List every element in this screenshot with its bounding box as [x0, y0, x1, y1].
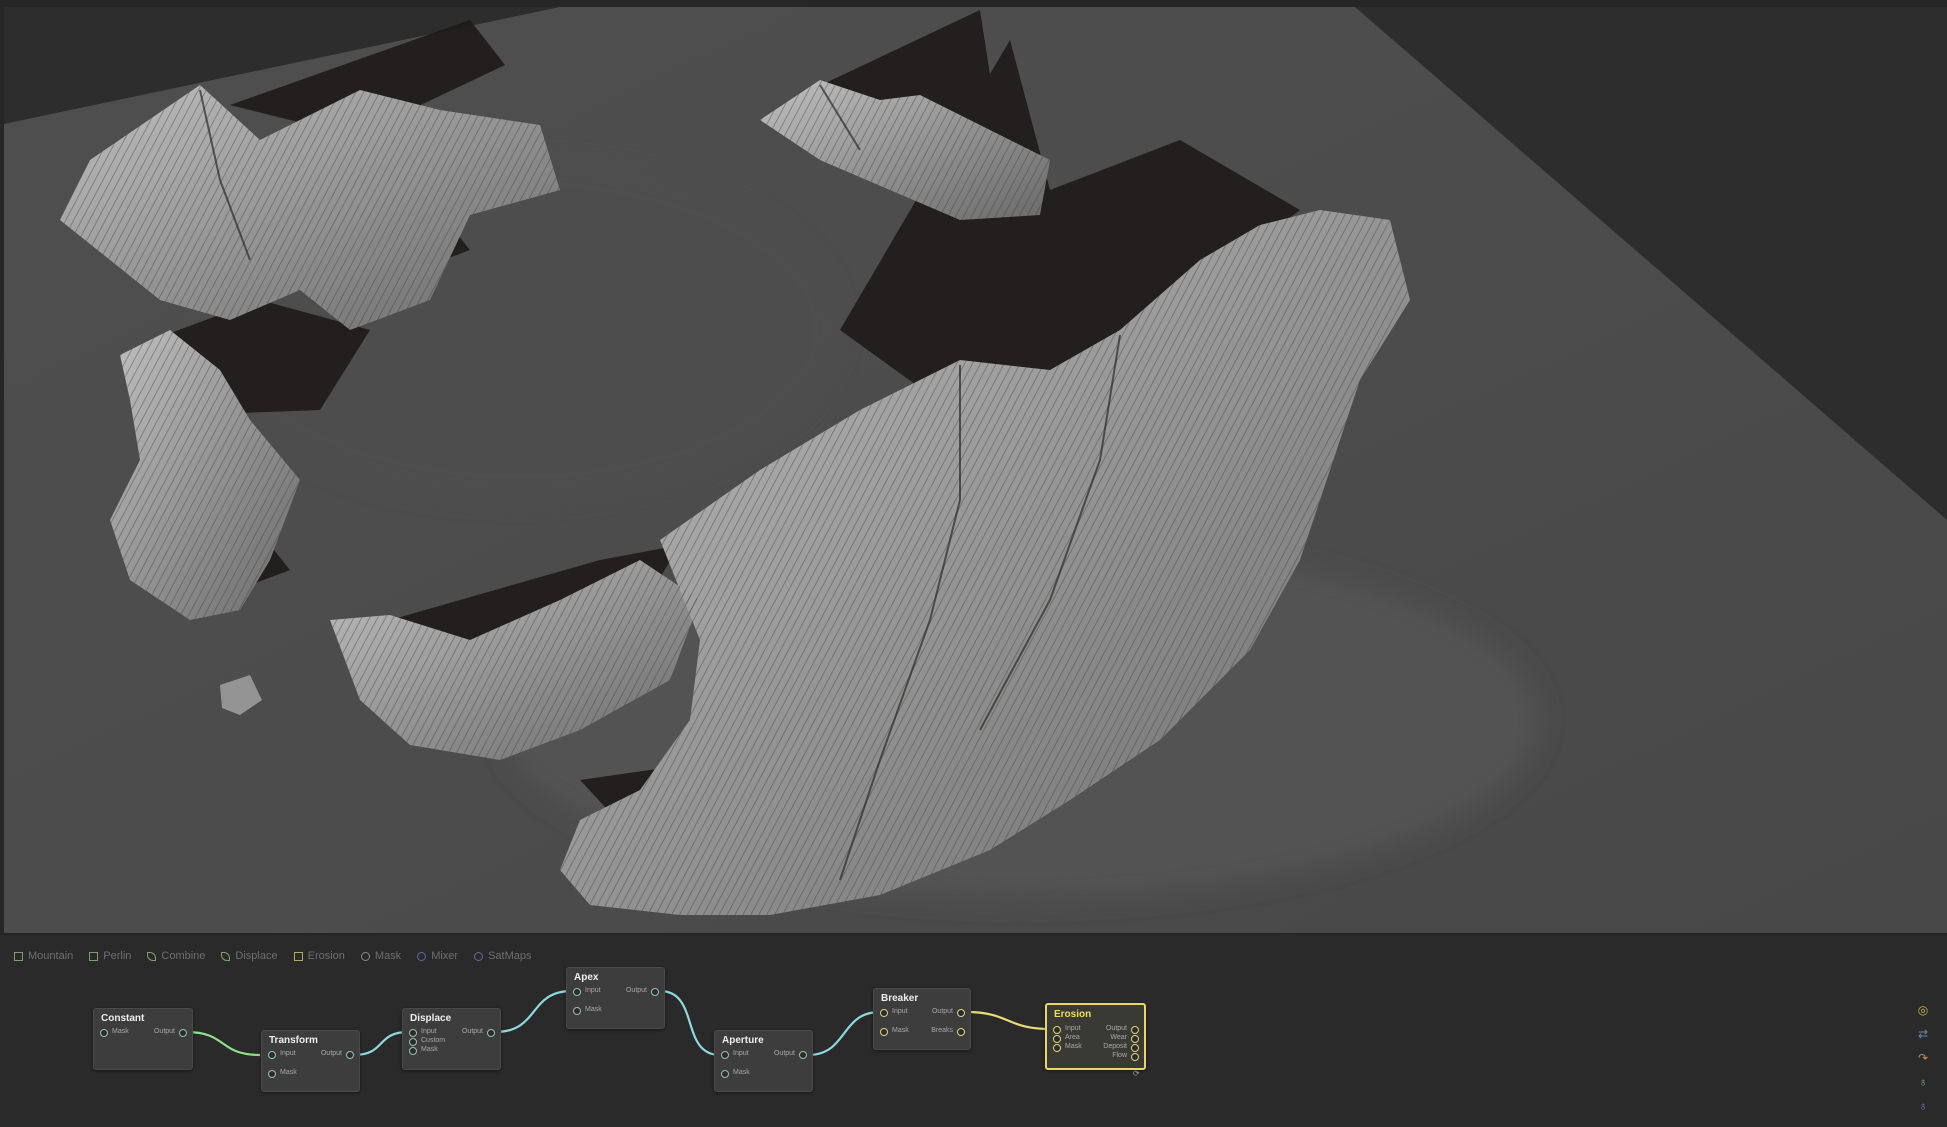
target-icon[interactable]: ◎ — [1916, 1003, 1930, 1017]
port-mask[interactable] — [1053, 1044, 1061, 1052]
node-title: Breaker — [881, 993, 919, 1004]
port-label: Mask — [1065, 1043, 1082, 1050]
port-label: Mask — [892, 1027, 909, 1034]
terrain-viewport[interactable] — [0, 0, 1947, 935]
port-mask[interactable] — [721, 1070, 729, 1078]
port-mask[interactable] — [409, 1047, 417, 1055]
port-input[interactable] — [880, 1009, 888, 1017]
port-output[interactable] — [1131, 1026, 1139, 1034]
viewport-top-edge — [0, 0, 1947, 7]
port-output[interactable] — [487, 1029, 495, 1037]
port-output[interactable] — [651, 988, 659, 996]
port-area[interactable] — [1053, 1035, 1061, 1043]
route-icon[interactable]: ↷ — [1916, 1051, 1930, 1065]
swap-arrows-icon[interactable]: ⇄ — [1916, 1027, 1930, 1041]
port-wear[interactable] — [1131, 1035, 1139, 1043]
port-output[interactable] — [799, 1051, 807, 1059]
port-input[interactable] — [409, 1029, 417, 1037]
node-title: Transform — [269, 1035, 318, 1046]
port-label: Input — [280, 1050, 296, 1057]
port-flow[interactable] — [1131, 1053, 1139, 1061]
port-label: Output — [1105, 1025, 1127, 1032]
wire-aperture-breaker — [807, 1010, 881, 1057]
port-label: Area — [1065, 1034, 1080, 1041]
node-breaker[interactable]: Breaker Input Output Mask Breaks — [873, 988, 971, 1050]
port-label: Flow — [1112, 1052, 1127, 1059]
port-output[interactable] — [957, 1009, 965, 1017]
port-label: Output — [773, 1050, 795, 1057]
terrain-render — [4, 7, 1947, 935]
node-title: Apex — [574, 972, 599, 983]
port-label: Custom — [421, 1037, 446, 1044]
port-input[interactable] — [721, 1051, 729, 1059]
node-title: Erosion — [1054, 1009, 1092, 1020]
port-label: Output — [461, 1028, 483, 1035]
node-title: Aperture — [722, 1035, 764, 1046]
node-displace[interactable]: Displace Input Output Custom Mask — [402, 1008, 501, 1070]
wire-breaker-erosion — [965, 1010, 1051, 1031]
node-erosion[interactable]: Erosion Input Output Area Wear Mask Depo… — [1045, 1003, 1146, 1070]
port-label: Mask — [112, 1028, 129, 1035]
node-title: Constant — [101, 1013, 145, 1024]
port-label: Output — [320, 1050, 342, 1057]
port-mask[interactable] — [100, 1029, 108, 1037]
port-label: Input — [892, 1008, 908, 1015]
port-label: Wear — [1110, 1034, 1127, 1041]
port-label: Mask — [421, 1046, 438, 1053]
port-mask[interactable] — [880, 1028, 888, 1036]
port-label: Output — [931, 1008, 953, 1015]
editor-side-toolbar: ◎ ⇄ ↷ ♁ ♁ — [1916, 1003, 1936, 1123]
port-output[interactable] — [179, 1029, 187, 1037]
port-input[interactable] — [268, 1051, 276, 1059]
node-aperture[interactable]: Aperture Input Output Mask — [714, 1030, 813, 1092]
port-deposit[interactable] — [1131, 1044, 1139, 1052]
port-label: Mask — [280, 1069, 297, 1076]
wire-displace-apex — [494, 989, 573, 1034]
port-label: Mask — [585, 1006, 602, 1013]
node-preview-toggle-icon[interactable]: ⟳ — [1133, 1069, 1140, 1078]
port-label: Mask — [733, 1069, 750, 1076]
node-apex[interactable]: Apex Input Output Mask — [566, 967, 665, 1029]
port-custom[interactable] — [409, 1038, 417, 1046]
port-label: Breaks — [931, 1027, 953, 1034]
wire-apex-aperture — [659, 989, 721, 1057]
port-input[interactable] — [573, 988, 581, 996]
port-label: Input — [733, 1050, 749, 1057]
node-constant[interactable]: Constant Mask Output — [93, 1008, 193, 1070]
port-label: Deposit — [1103, 1043, 1127, 1050]
port-label: Input — [585, 987, 601, 994]
port-label: Input — [421, 1028, 437, 1035]
wire-constant-transform — [185, 1030, 261, 1057]
lock-green-icon[interactable]: ♁ — [1916, 1075, 1930, 1089]
port-label: Input — [1065, 1025, 1081, 1032]
port-input[interactable] — [1053, 1026, 1061, 1034]
port-mask[interactable] — [573, 1007, 581, 1015]
node-title: Displace — [410, 1013, 452, 1024]
port-breaks[interactable] — [957, 1028, 965, 1036]
port-output[interactable] — [346, 1051, 354, 1059]
lock-purple-icon[interactable]: ♁ — [1916, 1099, 1930, 1113]
node-transform[interactable]: Transform Input Output Mask — [261, 1030, 360, 1092]
port-label: Output — [625, 987, 647, 994]
port-mask[interactable] — [268, 1070, 276, 1078]
wire-transform-displace — [353, 1030, 409, 1057]
node-graph-editor[interactable]: Mountain Perlin Combine Displace Erosion… — [0, 935, 1947, 1127]
port-label: Output — [153, 1028, 175, 1035]
